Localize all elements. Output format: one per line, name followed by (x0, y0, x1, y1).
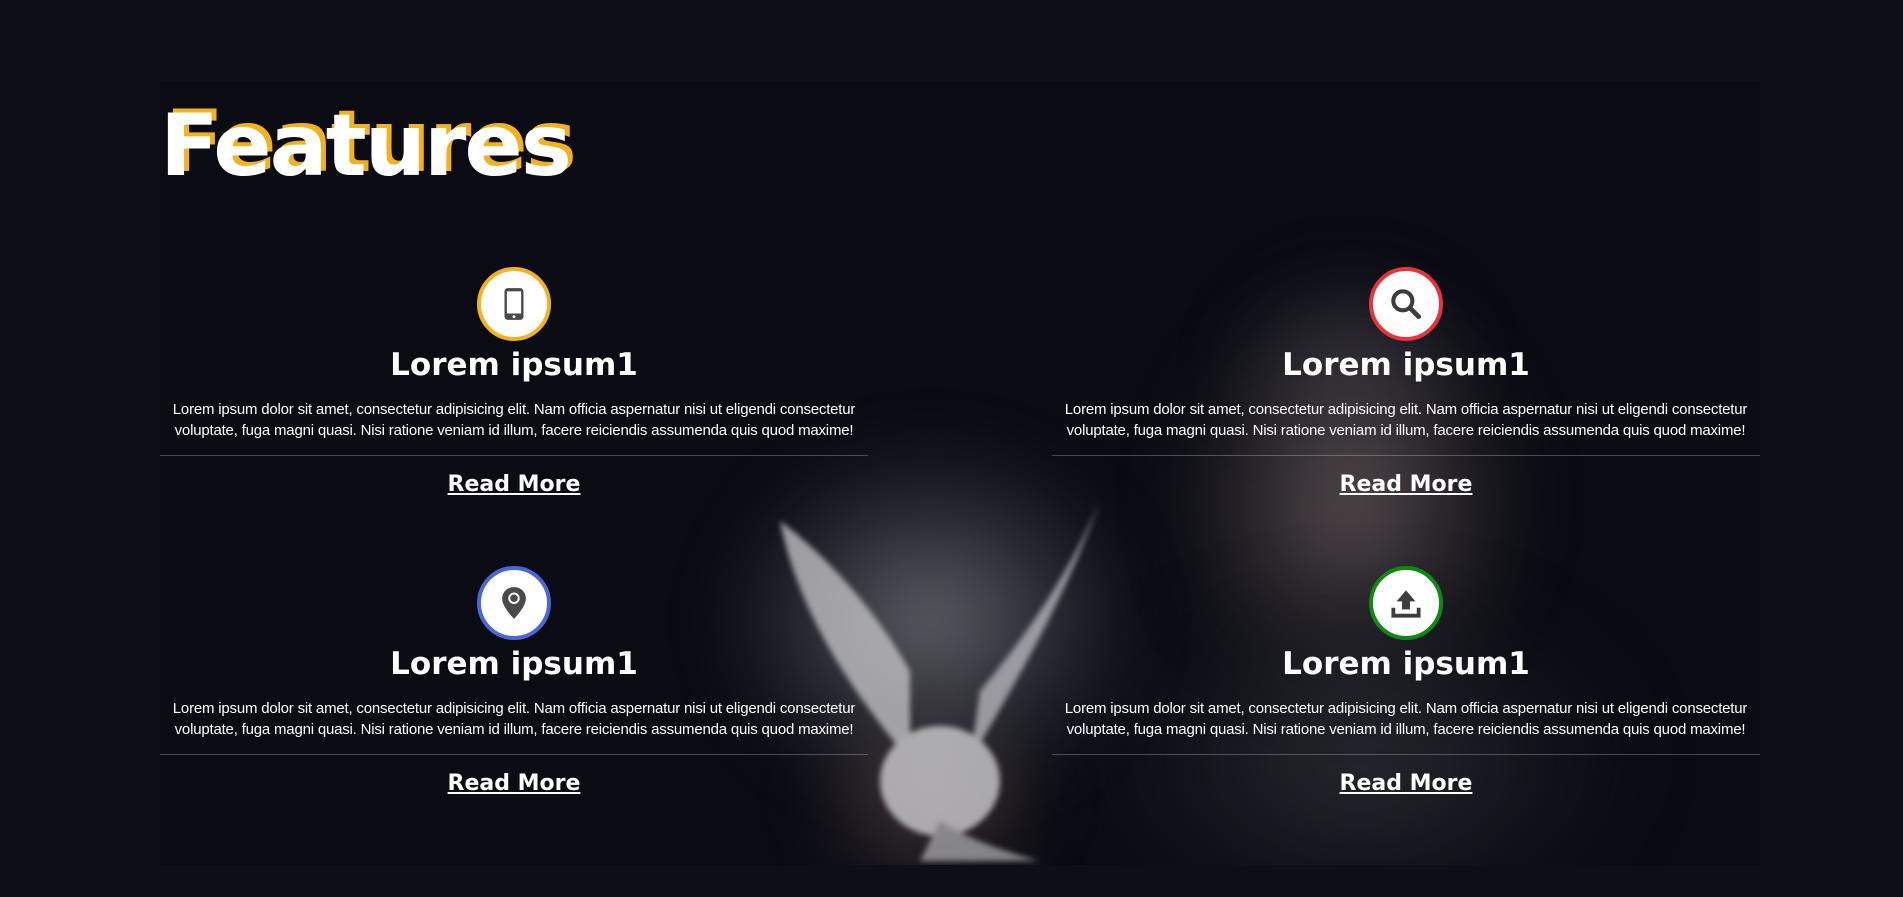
location-pin-icon (502, 587, 526, 619)
divider (160, 455, 868, 456)
divider (1052, 754, 1760, 755)
upload-icon (1391, 590, 1421, 618)
feature-card: Lorem ipsum1 Lorem ipsum dolor sit amet,… (1052, 267, 1760, 497)
read-more-link[interactable]: Read More (1340, 472, 1473, 497)
read-more-link[interactable]: Read More (448, 472, 581, 497)
divider (1052, 455, 1760, 456)
tablet-icon (504, 288, 524, 320)
feature-description: Lorem ipsum dolor sit amet, consectetur … (1064, 401, 1748, 439)
feature-heading: Lorem ipsum1 (1282, 646, 1530, 682)
divider (160, 754, 868, 755)
read-more-link[interactable]: Read More (448, 771, 581, 796)
feature-card: Lorem ipsum1 Lorem ipsum dolor sit amet,… (1052, 566, 1760, 796)
feature-icon-ring (477, 566, 551, 640)
feature-icon-ring (1369, 566, 1443, 640)
page: Features Lorem ipsum1 Lorem ipsum dolor … (0, 0, 1903, 897)
feature-icon-ring (477, 267, 551, 341)
read-more-link[interactable]: Read More (1340, 771, 1473, 796)
feature-heading: Lorem ipsum1 (390, 646, 638, 682)
feature-description: Lorem ipsum dolor sit amet, consectetur … (1064, 700, 1748, 738)
feature-heading: Lorem ipsum1 (1282, 347, 1530, 383)
page-title: Features (160, 96, 572, 196)
feature-description: Lorem ipsum dolor sit amet, consectetur … (172, 700, 856, 738)
search-icon (1391, 289, 1422, 320)
feature-icon-ring (1369, 267, 1443, 341)
feature-card: Lorem ipsum1 Lorem ipsum dolor sit amet,… (160, 566, 868, 796)
feature-description: Lorem ipsum dolor sit amet, consectetur … (172, 401, 856, 439)
feature-heading: Lorem ipsum1 (390, 347, 638, 383)
features-section: Features Lorem ipsum1 Lorem ipsum dolor … (160, 81, 1760, 865)
feature-card: Lorem ipsum1 Lorem ipsum dolor sit amet,… (160, 267, 868, 497)
